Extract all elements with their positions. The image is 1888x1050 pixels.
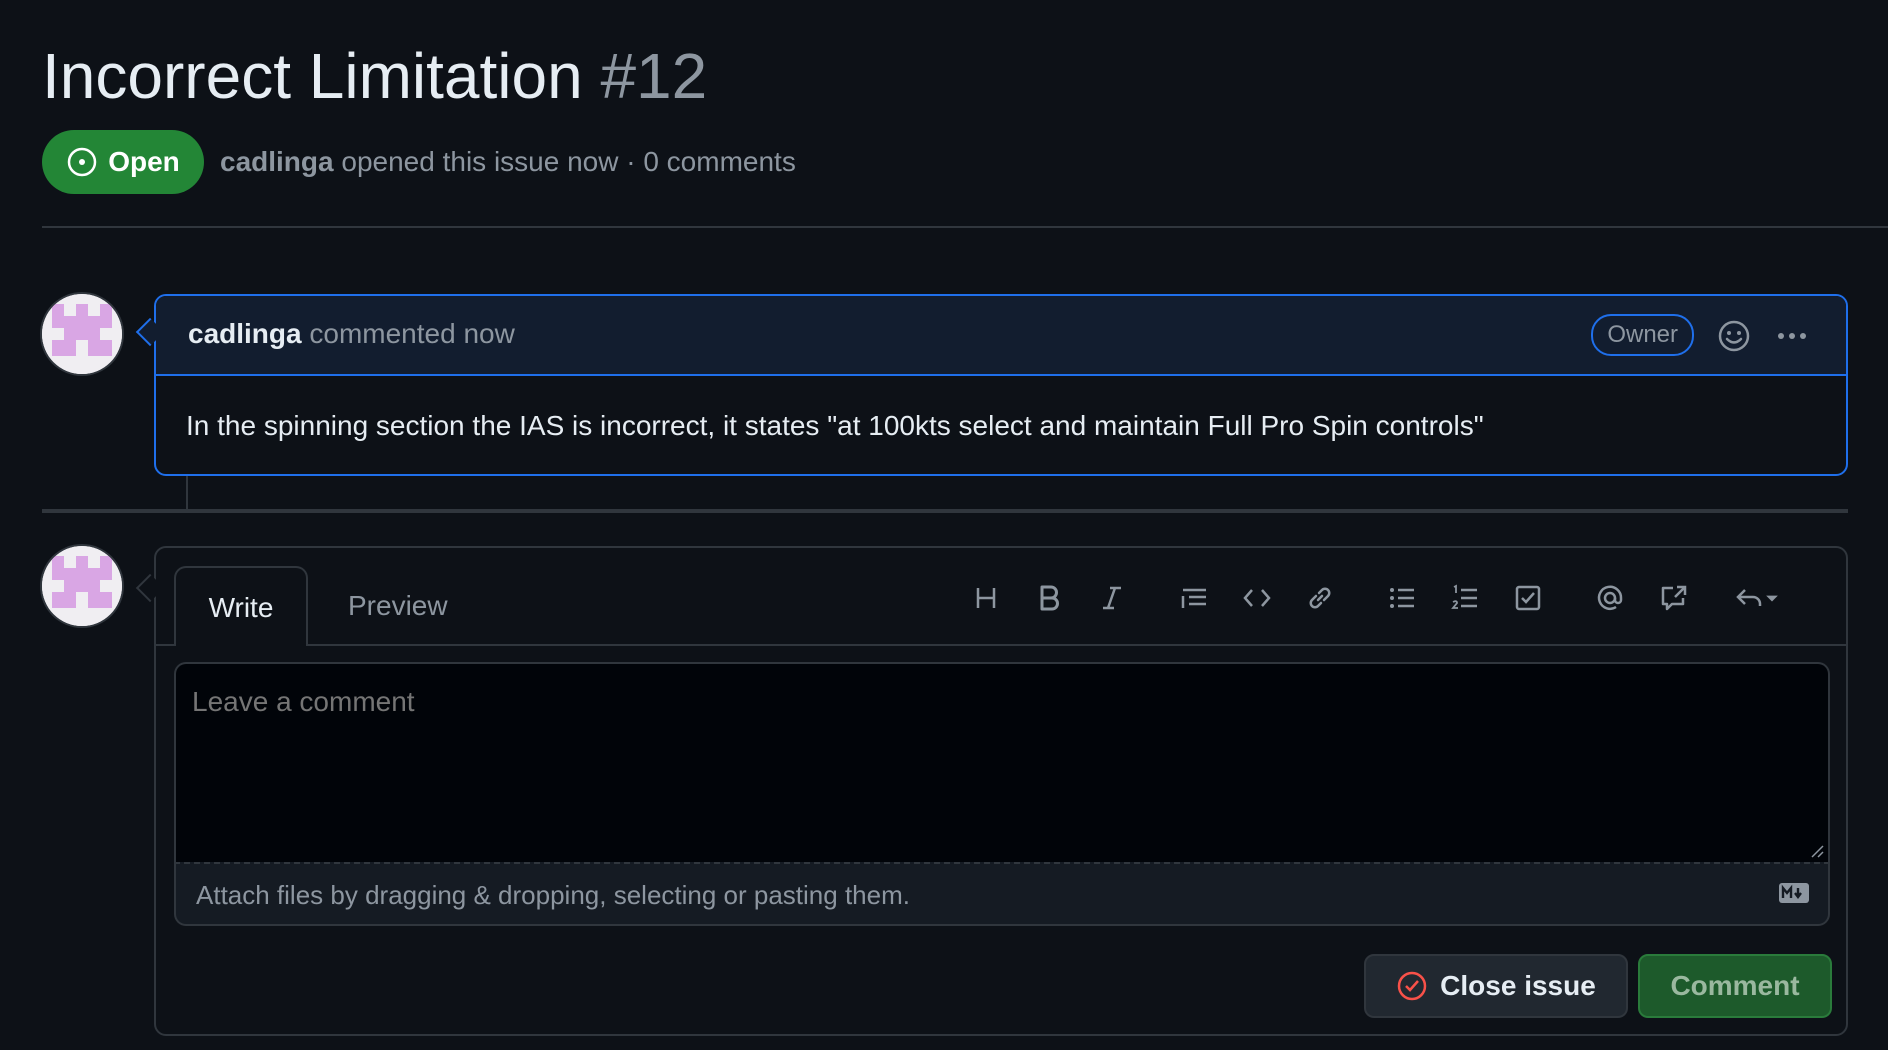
cross-reference-icon [1661, 585, 1687, 611]
italic-icon [1103, 586, 1121, 610]
issue-number: #12 [600, 40, 708, 112]
issue-meta: cadlinga opened this issue now · 0 comme… [220, 146, 796, 178]
comment-timestamp[interactable]: commented now [309, 318, 514, 349]
code-button[interactable] [1237, 578, 1277, 618]
quote-button[interactable] [1174, 578, 1214, 618]
issue-title-text: Incorrect Limitation [42, 40, 583, 112]
issue-title: Incorrect Limitation #12 [42, 36, 707, 116]
close-issue-button[interactable]: Close issue [1364, 954, 1628, 1018]
reference-button[interactable] [1653, 578, 1693, 618]
tab-preview[interactable]: Preview [330, 566, 466, 644]
task-list-button[interactable] [1508, 578, 1548, 618]
issue-open-icon [67, 147, 97, 177]
kebab-horizontal-icon [1778, 333, 1806, 339]
issue-meta-text: opened this issue now · 0 comments [341, 146, 796, 177]
header-divider [42, 226, 1888, 228]
mention-icon [1597, 585, 1623, 610]
heading-button[interactable] [966, 578, 1006, 618]
quote-icon [1181, 588, 1206, 608]
comment-header-text: cadlinga commented now [188, 318, 515, 350]
comment-header: cadlinga commented now Owner [156, 296, 1846, 376]
issue-closed-icon [1397, 971, 1427, 1001]
markdown-icon[interactable] [1778, 882, 1810, 904]
close-issue-label: Close issue [1440, 970, 1596, 1001]
comment-author-link[interactable]: cadlinga [188, 318, 302, 349]
ordered-list-icon [1451, 584, 1477, 609]
identicon-avatar [42, 294, 122, 374]
status-badge-label: Open [108, 146, 180, 177]
comment-textarea[interactable] [174, 662, 1830, 862]
saved-replies-button[interactable] [1726, 578, 1786, 618]
smiley-icon [1718, 320, 1750, 352]
comment-options-button[interactable] [1774, 318, 1810, 354]
avatar[interactable] [42, 546, 122, 626]
comment-body: In the spinning section the IAS is incor… [186, 410, 1484, 441]
bold-button[interactable] [1029, 578, 1069, 618]
mention-button[interactable] [1590, 578, 1630, 618]
italic-button[interactable] [1092, 578, 1132, 618]
ordered-list-button[interactable] [1445, 578, 1485, 618]
code-icon [1243, 589, 1271, 607]
tab-write[interactable]: Write [174, 566, 308, 646]
comment-editor: Write Preview Leave a comment Attach fil… [154, 546, 1848, 1036]
link-button[interactable] [1300, 578, 1340, 618]
timeline-divider [42, 509, 1848, 513]
resize-handle-icon[interactable] [1810, 844, 1824, 858]
bold-icon [1040, 585, 1059, 611]
comment-submit-button[interactable]: Comment [1638, 954, 1832, 1018]
owner-badge: Owner [1591, 314, 1694, 356]
timeline-line [186, 476, 188, 510]
task-list-icon [1515, 585, 1541, 611]
unordered-list-button[interactable] [1382, 578, 1422, 618]
editor-tabbar: Write Preview [156, 548, 1846, 646]
reply-icon [1736, 589, 1762, 606]
unordered-list-icon [1390, 588, 1414, 608]
file-attachment-area[interactable]: Attach files by dragging & dropping, sel… [174, 862, 1830, 926]
avatar[interactable] [42, 294, 122, 374]
issue-author-link[interactable]: cadlinga [220, 146, 334, 177]
caret-down-icon [1766, 595, 1778, 602]
comment-box: cadlinga commented now Owner In the spin… [154, 294, 1848, 476]
add-reaction-button[interactable] [1716, 318, 1752, 354]
heading-icon [976, 588, 996, 608]
identicon-avatar [42, 546, 122, 626]
status-badge-open: Open [42, 130, 204, 194]
attach-files-hint: Attach files by dragging & dropping, sel… [196, 880, 910, 910]
link-icon [1309, 587, 1331, 609]
